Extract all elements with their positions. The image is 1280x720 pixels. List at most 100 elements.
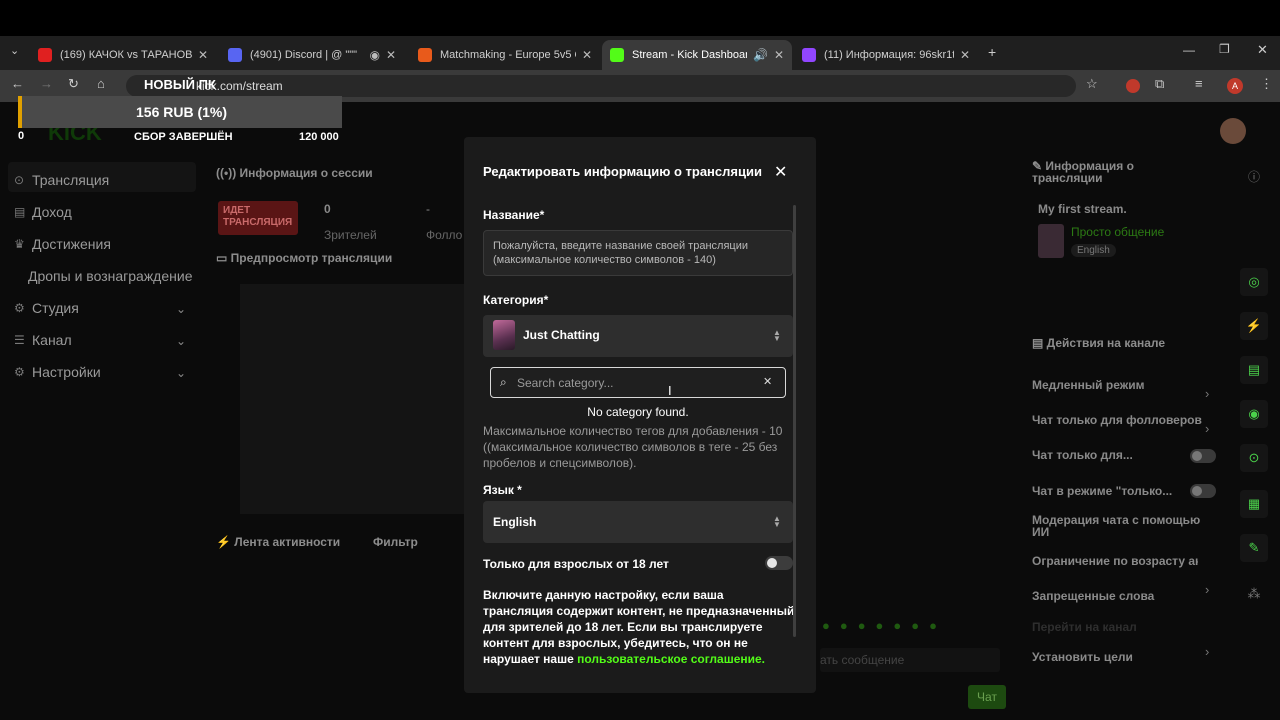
language-select[interactable]: English ▲ ▼ xyxy=(483,501,793,543)
chevron-right-icon: › xyxy=(1205,582,1210,597)
wallet-icon: ▤ xyxy=(14,205,26,219)
twitch-icon xyxy=(802,48,816,62)
session-title: Информация о сессии xyxy=(239,166,373,180)
category-thumbnail xyxy=(493,320,515,350)
user-avatar[interactable] xyxy=(1220,118,1246,144)
restore-icon[interactable]: ❐ xyxy=(1219,42,1230,56)
back-icon[interactable]: ← xyxy=(11,76,24,91)
extensions-icon[interactable]: ⧉ xyxy=(1155,76,1164,92)
sidebar-item-label: Дропы и вознаграждение xyxy=(28,268,193,284)
category-search-input[interactable] xyxy=(517,375,747,391)
rail-layers-icon[interactable]: ▦ xyxy=(1240,490,1268,518)
sidebar-item-settings[interactable]: ⚙ Настройки xyxy=(14,364,101,380)
profile-avatar-icon[interactable]: A xyxy=(1227,78,1243,94)
no-category-message: No category found. xyxy=(587,405,689,419)
close-icon[interactable]: ✕ xyxy=(774,162,787,182)
action-go-to-channel[interactable]: Перейти на канал xyxy=(1032,620,1137,634)
close-icon[interactable]: ✕ xyxy=(386,48,396,62)
clear-search-icon[interactable]: ✕ xyxy=(763,375,772,388)
emote-bar[interactable]: ●●●●●●● xyxy=(822,618,947,633)
tab-twitch[interactable]: (11) Информация: 96skr1t - Tw ✕ xyxy=(794,40,978,70)
live-badge: ИДЕТ ТРАНСЛЯЦИЯ xyxy=(218,201,298,235)
tab-kick-dashboard[interactable]: Stream - Kick Dashboard 🔊 ✕ xyxy=(602,40,792,70)
donation-amount: 156 RUB (1%) xyxy=(136,104,228,120)
activity-panel-title: ⚡ Лента активности xyxy=(216,535,340,549)
tab-youtube[interactable]: (169) КАЧОК vs ТАРАНОВ! ФРИ ✕ xyxy=(30,40,216,70)
action-banned-words[interactable]: Запрещенные слова xyxy=(1032,589,1154,603)
action-followers-only[interactable]: Чат только для фолловеров xyxy=(1032,413,1202,427)
preview-icon: ▭ xyxy=(216,251,231,265)
donation-start: 0 xyxy=(18,130,25,142)
sidebar-item-achievements[interactable]: ♛ Достижения xyxy=(14,236,111,252)
chevron-down-icon[interactable]: ⌄ xyxy=(176,302,186,316)
category-search-box[interactable]: ⌕ ✕ xyxy=(490,367,786,398)
channel-actions-title-text: Действия на канале xyxy=(1046,336,1166,350)
action-subscribers-only[interactable]: Чат только для... xyxy=(1032,448,1133,462)
stream-info-category[interactable]: Просто общение xyxy=(1071,225,1164,239)
sidebar-item-studio[interactable]: ⚙ Студия xyxy=(14,300,79,316)
sidebar-item-label: Настройки xyxy=(32,364,101,380)
rail-broadcast-icon[interactable]: ⊙ xyxy=(1240,444,1268,472)
rail-chat-icon[interactable]: ◉ xyxy=(1240,400,1268,428)
rail-camera-icon[interactable]: ◎ xyxy=(1240,268,1268,296)
toggle-emote-only[interactable] xyxy=(1190,484,1216,498)
sidebar-item-channel[interactable]: ☰ Канал xyxy=(14,332,72,348)
modal-scrollbar[interactable] xyxy=(793,205,796,637)
sidebar-item-label: Студия xyxy=(32,300,79,316)
chat-input[interactable]: ать сообщение xyxy=(820,648,1000,672)
close-icon[interactable]: ✕ xyxy=(582,48,592,62)
chevron-down-icon[interactable]: ⌄ xyxy=(176,334,186,348)
toggle-subscribers-only[interactable] xyxy=(1190,449,1216,463)
close-icon[interactable]: ✕ xyxy=(198,48,208,62)
sidebar-item-stream[interactable]: ⊙ Трансляция xyxy=(14,172,109,188)
edit-stream-modal: Редактировать информацию о трансляции ✕ … xyxy=(464,137,816,693)
activity-filter-button[interactable]: Фильтр xyxy=(373,535,418,549)
bookmark-star-icon[interactable]: ☆ xyxy=(1086,76,1098,92)
close-icon[interactable]: ✕ xyxy=(960,48,970,62)
stream-info-stream-title: My first stream. xyxy=(1038,202,1127,216)
action-emote-only[interactable]: Чат в режиме "только... xyxy=(1032,484,1172,498)
home-icon[interactable]: ⌂ xyxy=(97,76,105,91)
action-account-age[interactable]: Ограничение по возрасту акк xyxy=(1032,554,1198,568)
action-set-goals[interactable]: Установить цели xyxy=(1032,650,1133,664)
tab-discord[interactable]: (4901) Discord | @ """ ◉ ✕ xyxy=(220,40,404,70)
tab-title: (169) КАЧОК vs ТАРАНОВ! ФРИ xyxy=(60,49,192,61)
media-icon[interactable]: ≡ xyxy=(1195,76,1203,91)
chevron-down-icon[interactable]: ⌄ xyxy=(176,366,186,380)
action-slow-mode[interactable]: Медленный режим xyxy=(1032,378,1145,392)
extension-badge-icon[interactable] xyxy=(1126,79,1140,93)
speaker-icon[interactable]: 🔊 xyxy=(753,48,768,62)
rail-document-icon[interactable]: ▤ xyxy=(1240,356,1268,384)
close-icon[interactable]: ✕ xyxy=(774,48,784,62)
action-ai-moderation[interactable]: Модерация чата с помощью ИИ xyxy=(1032,514,1202,538)
actions-icon: ▤ xyxy=(1032,336,1047,350)
minimize-icon[interactable]: — xyxy=(1183,43,1195,57)
rail-bolt-icon[interactable]: ⚡ xyxy=(1240,312,1268,340)
sidebar-item-income[interactable]: ▤ Доход xyxy=(14,204,72,220)
studio-icon: ⚙ xyxy=(14,301,25,315)
youtube-icon xyxy=(38,48,52,62)
window-close-icon[interactable]: ✕ xyxy=(1257,42,1268,58)
channel-actions-title: ▤ Действия на канале xyxy=(1032,336,1165,350)
rail-share-icon[interactable]: ⁂ xyxy=(1240,580,1268,608)
reload-icon[interactable]: ↻ xyxy=(68,76,79,92)
adult-content-toggle[interactable] xyxy=(765,556,793,570)
info-icon[interactable]: ⓘ xyxy=(1248,168,1260,185)
stream-title-input[interactable]: Пожалуйста, введите название своей транс… xyxy=(483,230,793,276)
user-agreement-link[interactable]: пользовательское соглашение. xyxy=(577,652,765,666)
stream-info-title: ✎ Информация о трансляции xyxy=(1032,160,1162,184)
sidebar-item-drops[interactable]: Дропы и вознаграждение xyxy=(28,268,192,284)
menu-dots-icon[interactable]: ⋮ xyxy=(1260,76,1273,92)
forward-icon[interactable]: → xyxy=(40,76,53,91)
donation-widget: НОВЫЙ ПК 156 RUB (1%) xyxy=(18,77,342,128)
category-select[interactable]: Just Chatting ▲ ▼ xyxy=(483,315,793,357)
new-tab-icon[interactable]: + xyxy=(988,44,996,60)
rail-wrench-icon[interactable]: ✎ xyxy=(1240,534,1268,562)
stream-info-title-text: Информация о трансляции xyxy=(1032,159,1134,185)
tab-search-icon[interactable]: ⌄ xyxy=(10,44,19,57)
donation-status: СБОР ЗАВЕРШЁН xyxy=(134,131,233,143)
chat-send-button[interactable]: Чат xyxy=(968,685,1006,709)
tab-faceit[interactable]: Matchmaking - Europe 5v5 Qu ✕ xyxy=(410,40,600,70)
donation-goal: 120 000 xyxy=(299,131,339,143)
adult-content-label: Только для взрослых от 18 лет xyxy=(483,557,669,571)
